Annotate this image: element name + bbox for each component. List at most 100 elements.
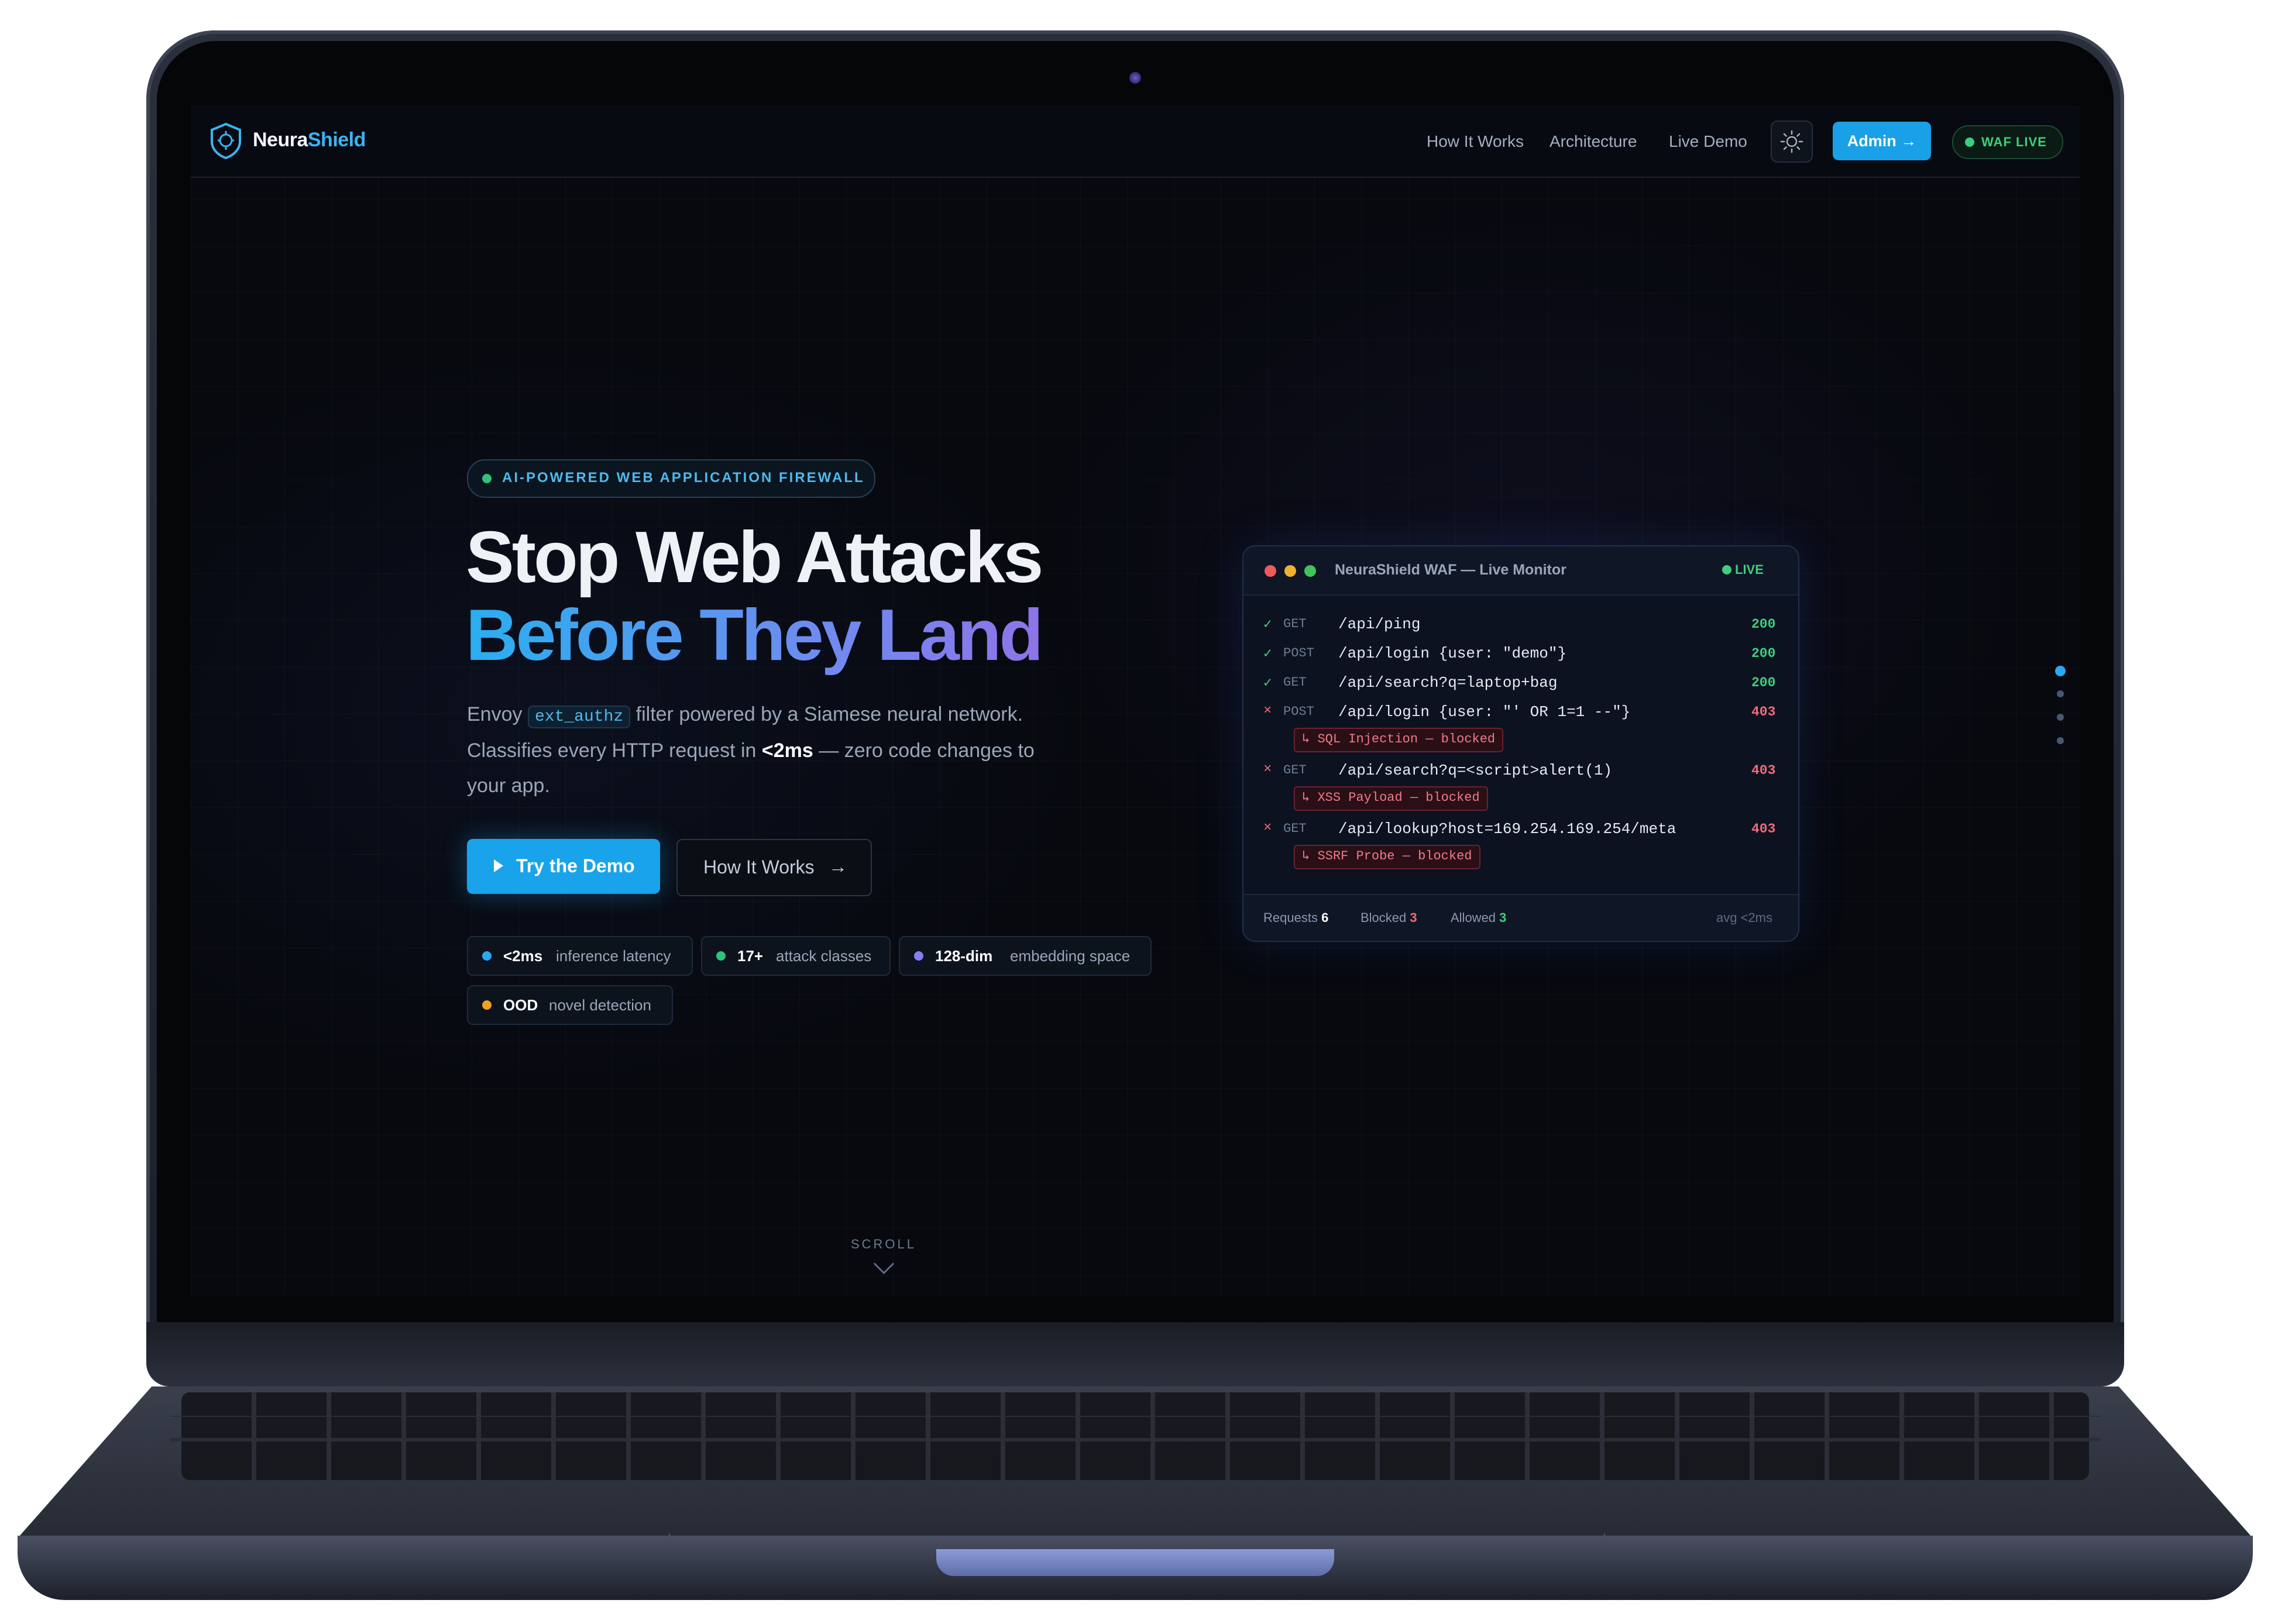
window-maximize-dot (1304, 565, 1316, 577)
stat-dot (482, 951, 492, 961)
row-method: POST (1283, 704, 1314, 719)
monitor-header: NeuraShield WAF — Live Monitor LIVE (1243, 546, 1798, 596)
stat-dot (716, 951, 726, 961)
monitor-footer: Requests 6 Blocked 3 Allowed 3 avg <2ms (1243, 894, 1798, 941)
stat-label: inference latency (556, 947, 671, 965)
stat-chip: 128-dim embedding space (899, 936, 1152, 976)
row-mark: ✓ (1263, 617, 1272, 633)
monitor-live-badge: LIVE (1722, 562, 1764, 577)
waf-live-label: WAF LIVE (1981, 135, 2047, 149)
status-dot (1965, 137, 1974, 147)
hero-description-line2: Classifies every HTTP request in <2ms — … (467, 739, 1035, 762)
allowed-count: Allowed 3 (1451, 910, 1506, 925)
hero-title-line2: Before They Land (466, 595, 1043, 676)
window-minimize-dot (1284, 565, 1296, 577)
row-path: /api/search?q=laptop+bag (1338, 674, 1558, 691)
how-it-works-label: How It Works (703, 856, 815, 878)
row-status: 403 (1751, 821, 1776, 837)
webcam-icon (1129, 72, 1141, 84)
monitor-title: NeuraShield WAF — Live Monitor (1335, 562, 1566, 578)
section-dot[interactable] (2057, 714, 2064, 721)
nav-link-architecture[interactable]: Architecture (1549, 132, 1637, 151)
stat-value: OOD (503, 996, 538, 1014)
monitor-live-label: LIVE (1735, 562, 1764, 577)
row-method: GET (1283, 763, 1307, 777)
stat-label: attack classes (776, 947, 872, 965)
top-navbar: NeuraShield How It Works Architecture Li… (191, 105, 2080, 178)
stat-value: 17+ (737, 947, 764, 965)
stat-value: 128-dim (935, 947, 993, 965)
scroll-label[interactable]: SCROLL (825, 1237, 942, 1252)
brand-part2: Shield (307, 129, 366, 151)
desc-line2-bold: <2ms (761, 739, 813, 762)
row-mark: × (1263, 820, 1272, 836)
requests-value: 6 (1321, 910, 1329, 925)
allowed-value: 3 (1499, 910, 1507, 925)
shield-logo-icon[interactable] (209, 123, 242, 159)
row-status: 403 (1751, 763, 1776, 778)
allowed-label: Allowed (1451, 910, 1496, 925)
hero-description-line3: your app. (467, 775, 550, 797)
request-row: ✓ GET /api/ping 200 (1243, 615, 1798, 639)
request-row: ✓ GET /api/search?q=laptop+bag 200 (1243, 674, 1798, 697)
request-row: × POST /api/login {user: "' OR 1=1 --"} … (1243, 703, 1798, 727)
row-method: GET (1283, 617, 1307, 631)
window-close-dot (1265, 565, 1276, 577)
stat-dot (482, 1000, 492, 1010)
blocked-tag: ↳ SSRF Probe — blocked (1294, 845, 1480, 869)
play-icon (494, 859, 503, 872)
brand-name[interactable]: NeuraShield (253, 129, 366, 152)
row-mark: × (1263, 762, 1272, 777)
eyebrow-text: AI-POWERED WEB APPLICATION FIREWALL (502, 470, 865, 486)
nav-link-live-demo[interactable]: Live Demo (1669, 132, 1747, 151)
request-row: × GET /api/lookup?host=169.254.169.254/m… (1243, 820, 1798, 844)
row-path: /api/login {user: "demo"} (1338, 645, 1567, 662)
row-status: 200 (1751, 675, 1776, 690)
hero-description-line1: Envoy ext_authz filter powered by a Siam… (467, 703, 1023, 728)
blocked-label: Blocked (1360, 910, 1407, 925)
section-dot-active[interactable] (2055, 666, 2066, 676)
blocked-count: Blocked 3 (1360, 910, 1417, 925)
desc-code: ext_authz (527, 706, 631, 728)
try-demo-button[interactable]: Try the Demo (467, 839, 660, 894)
stat-label: embedding space (1010, 947, 1131, 965)
how-it-works-button[interactable]: How It Works → (676, 839, 872, 896)
eyebrow-badge: AI-POWERED WEB APPLICATION FIREWALL (467, 459, 875, 498)
request-row: ✓ POST /api/login {user: "demo"} 200 (1243, 645, 1798, 668)
blocked-tag: ↳ XSS Payload — blocked (1294, 786, 1488, 811)
desc-pre: Envoy (467, 703, 523, 725)
row-status: 403 (1751, 704, 1776, 720)
desc-line2-post: — zero code changes to (819, 739, 1035, 762)
row-mark: ✓ (1263, 646, 1272, 662)
row-path: /api/ping (1338, 615, 1421, 633)
row-path: /api/login {user: "' OR 1=1 --"} (1338, 703, 1631, 721)
brand-part1: Neura (253, 129, 308, 151)
stat-value: <2ms (503, 947, 543, 965)
screen: NeuraShield How It Works Architecture Li… (191, 105, 2080, 1296)
avg-latency: avg <2ms (1716, 910, 1772, 925)
laptop-front-notch (936, 1549, 1334, 1576)
row-path: /api/lookup?host=169.254.169.254/meta (1338, 820, 1676, 838)
try-demo-label: Try the Demo (516, 855, 635, 876)
section-dot[interactable] (2057, 737, 2064, 744)
laptop-hinge (146, 1322, 2124, 1386)
requests-count: Requests 6 (1263, 910, 1328, 925)
requests-label: Requests (1263, 910, 1318, 925)
row-method: GET (1283, 675, 1307, 690)
nav-link-how-it-works[interactable]: How It Works (1427, 132, 1524, 151)
keyboard-rows (170, 1416, 2101, 1463)
hero-title-line1: Stop Web Attacks (466, 517, 1043, 598)
stat-chip: <2ms inference latency (467, 936, 693, 976)
stat-label: novel detection (549, 996, 651, 1014)
row-method: GET (1283, 821, 1307, 836)
stat-chip: 17+ attack classes (701, 936, 891, 976)
row-mark: × (1263, 703, 1272, 719)
blocked-tag: ↳ SQL Injection — blocked (1294, 728, 1504, 752)
row-path: /api/search?q=<script>alert(1) (1338, 762, 1613, 779)
theme-toggle-button[interactable] (1771, 121, 1813, 163)
section-dot[interactable] (2057, 690, 2064, 697)
row-status: 200 (1751, 646, 1776, 661)
waf-live-badge: WAF LIVE (1952, 125, 2063, 159)
admin-button[interactable]: Admin → (1833, 122, 1931, 160)
row-status: 200 (1751, 617, 1776, 632)
